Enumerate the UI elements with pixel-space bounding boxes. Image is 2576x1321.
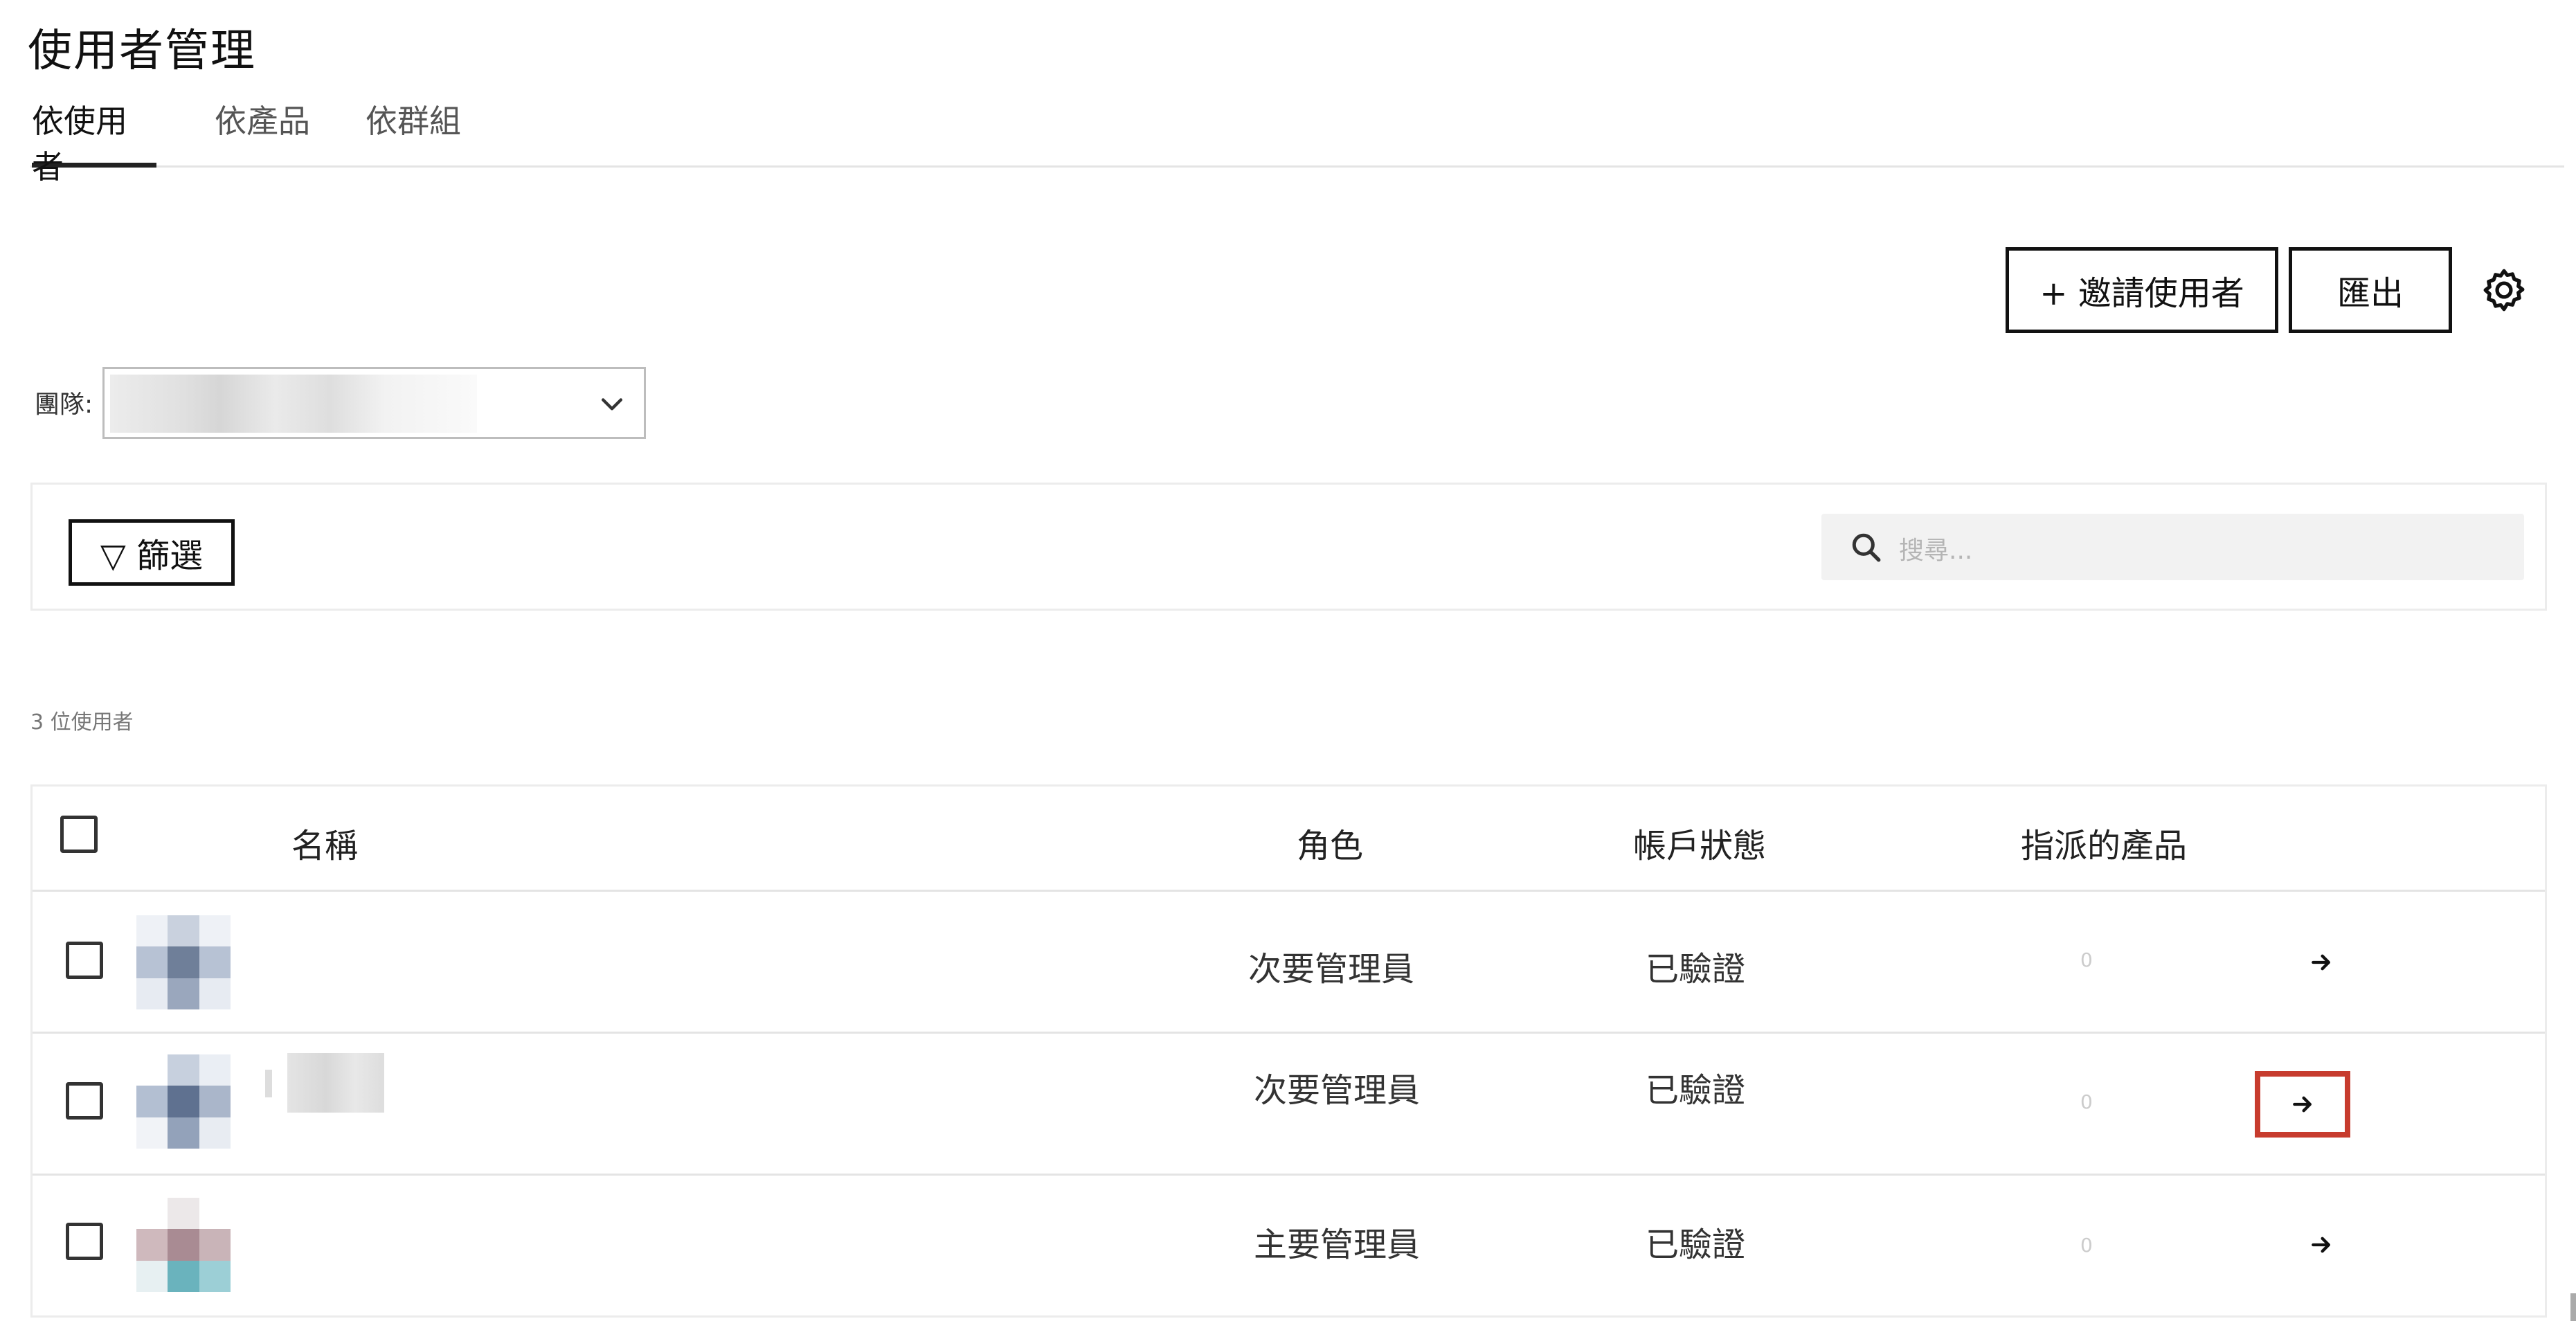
select-all-checkbox[interactable] bbox=[60, 816, 98, 853]
role-cell: 主要管理員 bbox=[1254, 1225, 1421, 1264]
tab-by-group[interactable]: 依群組 bbox=[366, 98, 469, 168]
column-header-status: 帳戶狀態 bbox=[1633, 827, 1767, 865]
products-count: 0 bbox=[2080, 949, 2093, 971]
tab-bar: 依使用者 依產品 依群組 bbox=[30, 98, 2564, 186]
scrollbar-handle[interactable] bbox=[2570, 1293, 2576, 1321]
avatar-pixel bbox=[199, 1117, 231, 1149]
avatar-pixel bbox=[136, 978, 168, 1009]
group-select-value bbox=[110, 375, 477, 433]
avatar-pixel bbox=[199, 1229, 231, 1261]
avatar-pixel bbox=[136, 1260, 168, 1292]
search-icon bbox=[1849, 530, 1884, 565]
avatar bbox=[136, 1054, 231, 1149]
products-count: 0 bbox=[2080, 1090, 2093, 1113]
avatar-pixel bbox=[168, 978, 199, 1009]
table-row[interactable]: 次要管理員 已驗證 0 bbox=[33, 1034, 2545, 1176]
table-row[interactable]: 主要管理員 已驗證 0 bbox=[33, 1176, 2545, 1318]
avatar-pixel bbox=[199, 1260, 231, 1292]
row-checkbox[interactable] bbox=[66, 1223, 103, 1260]
search-input[interactable]: 搜尋... bbox=[1821, 514, 2524, 580]
arrow-right-icon[interactable] bbox=[2300, 942, 2342, 983]
products-count: 0 bbox=[2080, 1234, 2093, 1257]
avatar-pixel bbox=[136, 1117, 168, 1149]
chevron-down-icon bbox=[597, 388, 627, 419]
avatar-pixel bbox=[168, 1117, 199, 1149]
avatar-pixel bbox=[136, 946, 168, 978]
filter-button[interactable]: ▽ 篩選 bbox=[69, 519, 235, 586]
avatar-pixel bbox=[168, 1260, 199, 1292]
gear-icon[interactable] bbox=[2480, 266, 2528, 314]
column-header-products: 指派的產品 bbox=[2021, 827, 2188, 865]
table-row[interactable]: 次要管理員 已驗證 0 bbox=[33, 892, 2545, 1034]
avatar-pixel bbox=[199, 1198, 231, 1230]
name-cell-marker bbox=[265, 1070, 272, 1097]
column-header-role: 角色 bbox=[1297, 827, 1364, 865]
arrow-right-icon[interactable] bbox=[2255, 1071, 2350, 1138]
tab-by-user[interactable]: 依使用者 bbox=[32, 98, 156, 186]
page-title: 使用者管理 bbox=[28, 26, 256, 77]
name-cell bbox=[287, 1053, 384, 1113]
avatar-pixel bbox=[168, 915, 199, 947]
avatar-pixel bbox=[136, 1086, 168, 1117]
group-label: 團隊: bbox=[35, 390, 93, 419]
avatar-pixel bbox=[136, 1198, 168, 1230]
search-placeholder: 搜尋... bbox=[1899, 537, 1973, 565]
user-count: 3 位使用者 bbox=[30, 710, 134, 735]
avatar bbox=[136, 915, 231, 1009]
avatar-pixel bbox=[136, 1229, 168, 1261]
group-select[interactable] bbox=[102, 367, 646, 439]
column-header-name: 名稱 bbox=[291, 827, 359, 865]
avatar bbox=[136, 1198, 231, 1292]
avatar-pixel bbox=[199, 915, 231, 947]
table-header: 名稱 角色 帳戶狀態 指派的產品 bbox=[33, 787, 2545, 892]
avatar-pixel bbox=[199, 1086, 231, 1117]
row-checkbox[interactable] bbox=[66, 1082, 103, 1120]
invite-user-button[interactable]: + 邀請使用者 bbox=[2006, 247, 2278, 333]
status-cell: 已驗證 bbox=[1646, 1071, 1746, 1110]
avatar-pixel bbox=[136, 915, 168, 947]
role-cell: 次要管理員 bbox=[1248, 950, 1415, 989]
export-button[interactable]: 匯出 bbox=[2289, 247, 2452, 333]
status-cell: 已驗證 bbox=[1646, 1225, 1746, 1264]
avatar-pixel bbox=[168, 946, 199, 978]
arrow-right-icon[interactable] bbox=[2300, 1224, 2342, 1266]
avatar-pixel bbox=[168, 1054, 199, 1086]
status-cell: 已驗證 bbox=[1646, 950, 1746, 989]
avatar-pixel bbox=[168, 1229, 199, 1261]
users-table: 名稱 角色 帳戶狀態 指派的產品 次要管理員 已驗證 0 次要管理員 已驗證 0… bbox=[30, 784, 2547, 1318]
avatar-pixel bbox=[168, 1086, 199, 1117]
avatar-pixel bbox=[199, 946, 231, 978]
avatar-pixel bbox=[199, 978, 231, 1009]
avatar-pixel bbox=[136, 1054, 168, 1086]
filter-bar: ▽ 篩選 搜尋... bbox=[30, 483, 2547, 611]
avatar-pixel bbox=[199, 1054, 231, 1086]
row-checkbox[interactable] bbox=[66, 942, 103, 979]
tab-by-product[interactable]: 依產品 bbox=[215, 98, 318, 168]
avatar-pixel bbox=[168, 1198, 199, 1230]
role-cell: 次要管理員 bbox=[1254, 1071, 1421, 1110]
